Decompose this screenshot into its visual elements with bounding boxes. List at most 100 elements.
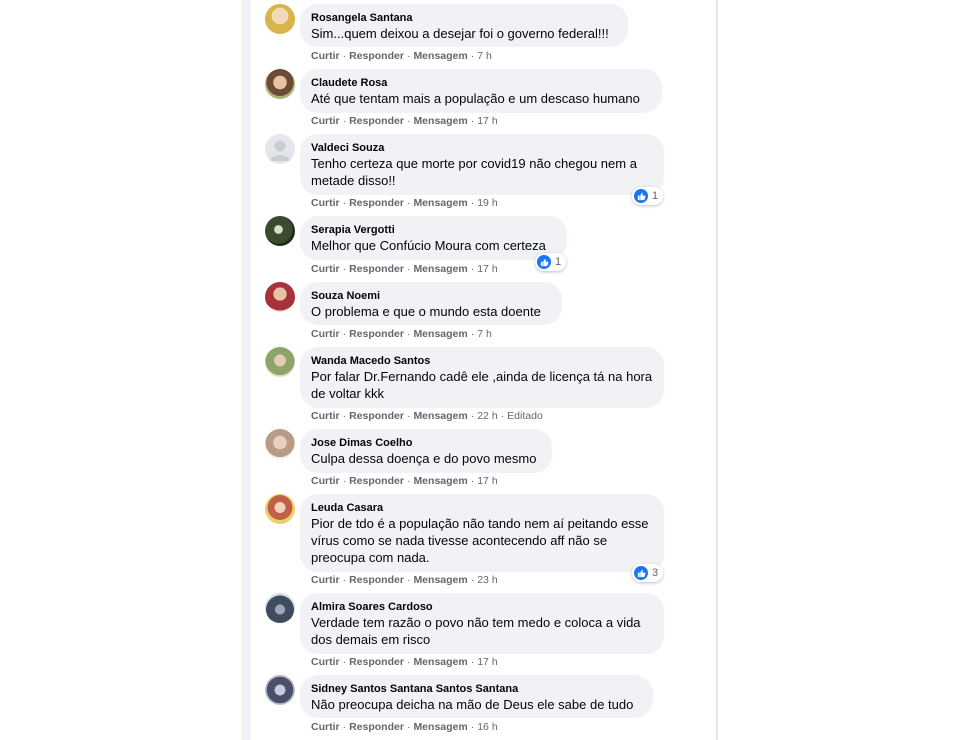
reaction-count[interactable]: 3 — [632, 564, 664, 582]
message-link[interactable]: Mensagem — [413, 656, 467, 668]
comment-time[interactable]: 19 h — [477, 197, 497, 209]
comment-time[interactable]: 17 h — [477, 656, 497, 668]
comment-bubble: Sidney Santos Santana Santos Santana Não… — [300, 675, 653, 718]
message-link[interactable]: Mensagem — [413, 50, 467, 62]
comment-bubble: Wanda Macedo Santos Por falar Dr.Fernand… — [300, 347, 664, 408]
separator-dot: · — [342, 50, 347, 62]
separator-dot: · — [406, 263, 411, 275]
separator-dot: · — [470, 50, 475, 62]
separator-dot: · — [406, 197, 411, 209]
avatar[interactable] — [265, 675, 295, 705]
comment-time[interactable]: 17 h — [477, 115, 497, 127]
comment-actions: Curtir · Responder · Mensagem · 22 h · Editado — [311, 409, 543, 423]
reaction-number: 3 — [652, 567, 659, 579]
comment-text: Não preocupa deicha na mão de Deus ele s… — [311, 697, 634, 712]
separator-dot: · — [470, 263, 475, 275]
comment-time[interactable]: 16 h — [477, 721, 497, 733]
comment-author[interactable]: Claudete Rosa — [311, 76, 651, 90]
comment-author[interactable]: Wanda Macedo Santos — [311, 354, 653, 368]
reply-link[interactable]: Responder — [349, 656, 404, 668]
message-link[interactable]: Mensagem — [413, 410, 467, 422]
comment-author[interactable]: Jose Dimas Coelho — [311, 436, 541, 450]
message-link[interactable]: Mensagem — [413, 115, 467, 127]
edited-label: Editado — [507, 410, 543, 422]
message-link[interactable]: Mensagem — [413, 475, 467, 487]
comment-time[interactable]: 7 h — [477, 50, 492, 62]
like-link[interactable]: Curtir — [311, 410, 340, 422]
comment-author[interactable]: Leuda Casara — [311, 501, 653, 515]
comment-text: Por falar Dr.Fernando cadê ele ,ainda de… — [311, 369, 653, 401]
reply-link[interactable]: Responder — [349, 50, 404, 62]
message-link[interactable]: Mensagem — [413, 574, 467, 586]
comment-author[interactable]: Rosangela Santana — [311, 11, 617, 25]
reply-link[interactable]: Responder — [349, 475, 404, 487]
like-link[interactable]: Curtir — [311, 328, 340, 340]
separator-dot: · — [406, 721, 411, 733]
comment-bubble: Souza Noemi O problema e que o mundo est… — [300, 282, 562, 325]
separator-dot: · — [406, 475, 411, 487]
separator-dot: · — [470, 115, 475, 127]
reaction-count[interactable]: 1 — [535, 253, 567, 271]
separator-dot: · — [406, 656, 411, 668]
default-avatar-icon[interactable] — [265, 134, 295, 164]
avatar[interactable] — [265, 69, 295, 99]
like-link[interactable]: Curtir — [311, 115, 340, 127]
comment-text: Sim...quem deixou a desejar foi o govern… — [311, 26, 609, 41]
avatar[interactable] — [265, 216, 295, 246]
comment-author[interactable]: Souza Noemi — [311, 289, 551, 303]
comment-text: Pior de tdo é a população não tando nem … — [311, 516, 649, 565]
comment-author[interactable]: Serapia Vergotti — [311, 223, 556, 237]
separator-dot: · — [406, 50, 411, 62]
reply-link[interactable]: Responder — [349, 263, 404, 275]
comment-actions: Curtir · Responder · Mensagem · 17 h — [311, 114, 498, 128]
reply-link[interactable]: Responder — [349, 115, 404, 127]
reply-link[interactable]: Responder — [349, 328, 404, 340]
separator-dot: · — [470, 410, 475, 422]
separator-dot: · — [500, 410, 505, 422]
comment-time[interactable]: 22 h — [477, 410, 497, 422]
comment-time[interactable]: 7 h — [477, 328, 492, 340]
comment-text: Culpa dessa doença e do povo mesmo — [311, 451, 537, 466]
comment-text: O problema e que o mundo esta doente — [311, 304, 541, 319]
avatar[interactable] — [265, 494, 295, 524]
comment-bubble: Leuda Casara Pior de tdo é a população n… — [300, 494, 664, 572]
like-link[interactable]: Curtir — [311, 656, 340, 668]
message-link[interactable]: Mensagem — [413, 197, 467, 209]
avatar[interactable] — [265, 4, 295, 34]
like-link[interactable]: Curtir — [311, 721, 340, 733]
thumbs-up-icon — [634, 189, 648, 203]
like-link[interactable]: Curtir — [311, 475, 340, 487]
reply-link[interactable]: Responder — [349, 197, 404, 209]
comment-author[interactable]: Valdeci Souza — [311, 141, 653, 155]
like-link[interactable]: Curtir — [311, 574, 340, 586]
reaction-count[interactable]: 1 — [632, 187, 664, 205]
comment-time[interactable]: 17 h — [477, 475, 497, 487]
message-link[interactable]: Mensagem — [413, 721, 467, 733]
separator-dot: · — [406, 328, 411, 340]
message-link[interactable]: Mensagem — [413, 328, 467, 340]
comment-actions: Curtir · Responder · Mensagem · 17 h — [311, 474, 498, 488]
comment-time[interactable]: 23 h — [477, 574, 497, 586]
comment-author[interactable]: Sidney Santos Santana Santos Santana — [311, 682, 642, 696]
comment-time[interactable]: 17 h — [477, 263, 497, 275]
message-link[interactable]: Mensagem — [413, 263, 467, 275]
comment-text: Até que tentam mais a população e um des… — [311, 91, 640, 106]
avatar[interactable] — [265, 429, 295, 459]
separator-dot: · — [470, 721, 475, 733]
separator-dot: · — [406, 574, 411, 586]
separator-dot: · — [470, 197, 475, 209]
reply-link[interactable]: Responder — [349, 721, 404, 733]
comment-author[interactable]: Almira Soares Cardoso — [311, 600, 653, 614]
avatar[interactable] — [265, 282, 295, 312]
avatar[interactable] — [265, 593, 295, 623]
reply-link[interactable]: Responder — [349, 574, 404, 586]
reply-link[interactable]: Responder — [349, 410, 404, 422]
comment-text: Verdade tem razão o povo não tem medo e … — [311, 615, 641, 647]
like-link[interactable]: Curtir — [311, 50, 340, 62]
comment-bubble: Claudete Rosa Até que tentam mais a popu… — [300, 69, 662, 113]
separator-dot: · — [342, 574, 347, 586]
comment-actions: Curtir · Responder · Mensagem · 17 h — [311, 262, 498, 276]
like-link[interactable]: Curtir — [311, 263, 340, 275]
like-link[interactable]: Curtir — [311, 197, 340, 209]
avatar[interactable] — [265, 347, 295, 377]
